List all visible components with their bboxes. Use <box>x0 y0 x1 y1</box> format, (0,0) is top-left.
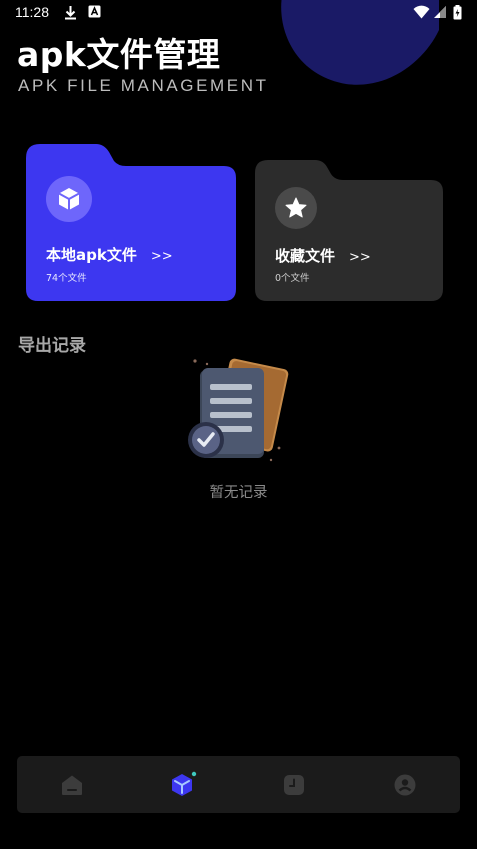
cube-icon <box>58 188 80 210</box>
cube-icon <box>172 771 197 796</box>
favorites-title: 收藏文件 >> <box>275 245 371 266</box>
local-apk-label: 本地apk文件 <box>46 246 137 264</box>
status-bar: 11:28 <box>0 0 477 26</box>
star-icon <box>285 197 307 218</box>
favorites-count: 0个文件 <box>275 273 310 284</box>
battery-icon <box>453 5 462 20</box>
cube-icon-circle <box>46 176 92 222</box>
a-badge-icon <box>88 5 101 18</box>
wifi-icon <box>413 5 430 19</box>
star-icon-circle <box>275 187 317 229</box>
empty-records-text: 暂无记录 <box>209 485 268 501</box>
signal-icon <box>434 6 446 18</box>
app-title: apk文件管理 <box>17 35 221 74</box>
home-icon <box>62 775 82 795</box>
profile-icon <box>394 774 416 796</box>
favorites-arrow: >> <box>349 250 371 265</box>
empty-documents-illustration <box>188 358 289 462</box>
app-subtitle: APK FILE MANAGEMENT <box>18 76 269 95</box>
nav-profile[interactable] <box>390 770 420 800</box>
favorites-label: 收藏文件 <box>275 247 336 265</box>
local-apk-arrow: >> <box>150 249 173 264</box>
nav-history[interactable] <box>279 770 309 800</box>
download-icon <box>65 6 76 20</box>
export-records-title: 导出记录 <box>18 336 86 356</box>
bottom-navigation <box>17 756 460 813</box>
status-time: 11:28 <box>15 4 49 20</box>
nav-files[interactable] <box>168 770 198 800</box>
favorites-card[interactable]: 收藏文件 >> 0个文件 <box>255 160 443 301</box>
nav-home[interactable] <box>57 770 87 800</box>
local-apk-card[interactable]: 本地apk文件 >> 74个文件 <box>26 144 236 301</box>
local-apk-title: 本地apk文件 >> <box>46 244 173 265</box>
clock-icon <box>284 775 304 795</box>
local-apk-count: 74个文件 <box>46 273 87 284</box>
